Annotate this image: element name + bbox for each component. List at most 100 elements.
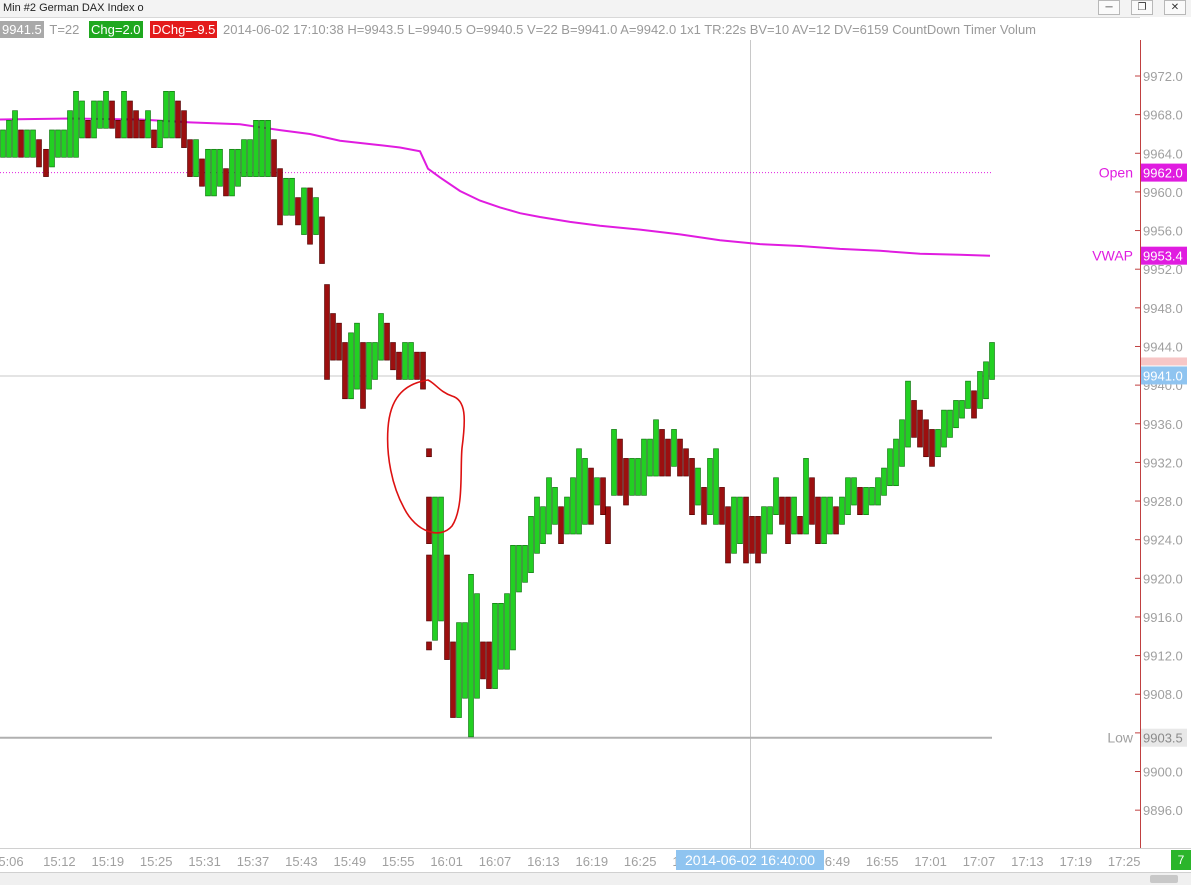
price-bar	[881, 467, 887, 496]
price-bar	[761, 506, 767, 554]
price-bar	[277, 168, 283, 226]
price-bar	[55, 129, 61, 158]
price-bar	[67, 110, 73, 158]
price-bar	[145, 110, 151, 139]
price-bar	[534, 496, 540, 554]
x-tick-label: 17:07	[963, 854, 996, 869]
price-bar	[821, 496, 827, 544]
price-bar	[713, 448, 719, 525]
price-bar	[247, 139, 253, 177]
price-bar	[271, 139, 277, 177]
price-bar	[576, 448, 582, 535]
price-bar	[241, 139, 247, 177]
price-bar	[301, 187, 307, 235]
x-tick-label: 16:55	[866, 854, 899, 869]
price-bar	[36, 139, 42, 168]
x-tick-label: 15:19	[92, 854, 125, 869]
price-bar	[977, 371, 983, 409]
price-bar	[588, 467, 594, 525]
price-bar	[498, 602, 504, 670]
price-bar	[923, 419, 929, 458]
price-bar	[115, 120, 121, 139]
x-tick-label: 15:31	[188, 854, 221, 869]
price-bar	[199, 158, 205, 187]
y-tick-label: 9916.0	[1143, 610, 1183, 625]
price-bar	[426, 641, 432, 651]
x-tick-label: 5:06	[0, 854, 24, 869]
y-tick-label: 9920.0	[1143, 571, 1183, 586]
x-tick-label: 15:37	[237, 854, 270, 869]
price-bar	[809, 477, 815, 525]
price-bar	[336, 322, 342, 361]
price-bar	[468, 574, 474, 738]
price-bar	[779, 496, 785, 525]
price-bar	[378, 313, 384, 361]
y-tick-label: 9936.0	[1143, 417, 1183, 432]
price-bar	[887, 448, 893, 487]
price-bar	[73, 91, 79, 158]
y-tick-label: 9896.0	[1143, 803, 1183, 818]
price-bar	[307, 187, 313, 245]
x-tick-label: 16:13	[527, 854, 560, 869]
price-bar	[971, 390, 977, 419]
price-bar	[695, 467, 701, 506]
price-bar	[605, 506, 611, 544]
status-badge: 7	[1171, 850, 1191, 870]
price-bar	[187, 139, 193, 177]
open-level-label: Open	[1099, 165, 1133, 181]
price-bar	[582, 458, 588, 525]
price-bar	[223, 168, 229, 197]
tick-chart[interactable]: 9972.09968.09964.09960.09956.09952.09948…	[0, 0, 1191, 884]
price-bar	[121, 91, 127, 139]
price-bar	[211, 148, 217, 197]
price-bar	[402, 342, 408, 380]
price-bar	[611, 429, 617, 496]
low-level-label: Low	[1107, 730, 1134, 746]
price-bar	[857, 487, 863, 516]
price-bar	[289, 177, 295, 216]
price-bar	[49, 129, 55, 168]
vwap-level-label: VWAP	[1092, 248, 1133, 264]
crosshair-time-label: 2014-06-02 16:40:00	[685, 852, 815, 868]
price-bar	[947, 409, 953, 438]
price-bar	[635, 458, 641, 496]
price-bar	[803, 458, 809, 535]
price-bar	[438, 496, 444, 622]
price-bar	[384, 322, 390, 361]
price-bar	[175, 100, 181, 139]
price-bar	[737, 496, 743, 544]
price-bar	[18, 129, 24, 158]
x-tick-label: 16:19	[576, 854, 609, 869]
price-bar	[139, 120, 145, 139]
scrollbar-thumb[interactable]	[1150, 875, 1178, 883]
price-bar	[522, 545, 528, 583]
price-bar	[623, 458, 629, 506]
horizontal-scrollbar[interactable]	[0, 872, 1191, 885]
price-bar	[235, 148, 241, 187]
price-bar	[564, 496, 570, 535]
price-bar	[205, 148, 211, 197]
price-bar	[935, 429, 941, 458]
price-bar	[283, 177, 289, 216]
price-bar	[749, 516, 755, 554]
price-bar	[827, 496, 833, 535]
price-bar	[157, 120, 163, 148]
y-tick-label: 9932.0	[1143, 455, 1183, 470]
last-price-text: 9941.0	[1143, 368, 1183, 383]
low-level-value-text: 9903.5	[1143, 731, 1183, 746]
price-bar	[450, 641, 456, 718]
x-tick-label: 17:19	[1060, 854, 1093, 869]
price-bar	[12, 110, 18, 158]
price-bar	[354, 322, 360, 390]
price-bar	[540, 506, 546, 544]
price-bar	[911, 400, 917, 438]
price-bar	[600, 477, 606, 516]
price-bar	[324, 284, 330, 380]
price-bar	[570, 477, 576, 535]
price-bar	[79, 100, 85, 139]
price-bar	[265, 120, 271, 177]
price-bar	[959, 400, 965, 419]
price-bar	[163, 91, 169, 139]
price-bar	[731, 496, 737, 554]
price-bar	[504, 593, 510, 670]
